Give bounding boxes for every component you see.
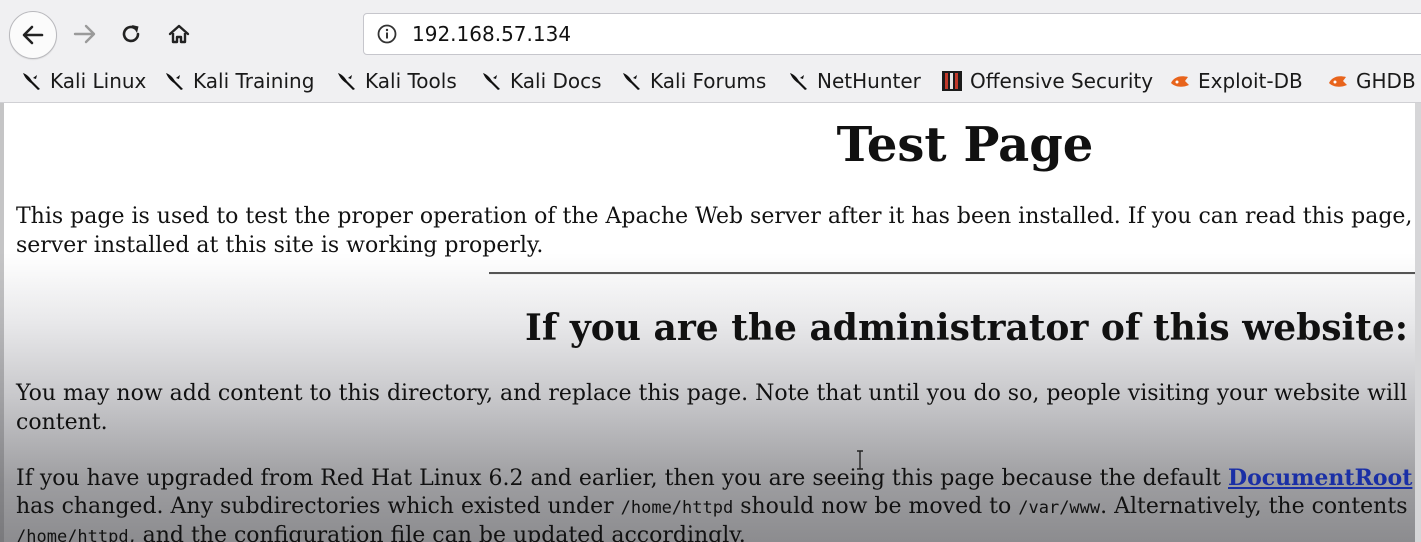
admin-paragraph2-line3: /home/httpd, and the configuration file … [16, 522, 1421, 542]
bookmark-label: GHDB [1356, 69, 1416, 93]
bookmark-ghdb[interactable]: GHDB [1326, 68, 1416, 94]
kali-dragon-icon [338, 73, 355, 90]
url-bar[interactable]: 192.168.57.134 [363, 13, 1421, 55]
kali-dragon-icon [166, 73, 183, 90]
text-cursor-icon [857, 450, 863, 470]
admin-paragraph1-line1: You may now add content to this director… [16, 381, 1421, 406]
kali-dragon-icon [483, 73, 500, 90]
home-button[interactable] [162, 17, 196, 51]
admin-heading: If you are the administrator of this web… [525, 307, 1409, 349]
reload-button[interactable] [114, 17, 148, 51]
kali-dragon-icon [23, 73, 40, 90]
page-title: Test Page [836, 117, 1094, 173]
bookmark-label: NetHunter [817, 69, 921, 93]
exploitdb-icon [1329, 76, 1347, 87]
back-button[interactable] [9, 11, 57, 59]
intro-paragraph-line2: server installed at this site is working… [16, 233, 544, 258]
page-content: Test Page This page is used to test the … [0, 103, 1421, 542]
admin-paragraph2-text: If you have upgraded from Red Hat Linux … [16, 466, 1228, 491]
horizontal-divider [489, 272, 1421, 275]
path-home-httpd: /home/httpd [620, 498, 734, 518]
documentroot-link[interactable]: DocumentRoot [1228, 465, 1412, 491]
bookmark-label: Kali Tools [365, 69, 457, 93]
bookmark-label: Exploit-DB [1198, 69, 1303, 93]
bookmark-kali-tools[interactable]: Kali Tools [335, 68, 457, 94]
admin-paragraph2-text: . Alternatively, the contents of [1100, 494, 1421, 519]
admin-paragraph2-line1: If you have upgraded from Red Hat Linux … [16, 464, 1421, 493]
bookmark-label: Kali Training [193, 69, 315, 93]
reload-icon [122, 25, 140, 43]
offsec-icon [942, 71, 962, 91]
bookmarks-bar: Kali Linux Kali Training Kali Tools Kali… [0, 68, 1421, 103]
intro-paragraph-line1: This page is used to test the proper ope… [16, 204, 1421, 229]
forward-arrow-icon [73, 24, 96, 44]
bookmark-label: Kali Docs [510, 69, 602, 93]
browser-window: 192.168.57.134 Kali Linux Kali Training … [0, 0, 1421, 542]
home-icon [168, 24, 190, 44]
bookmark-offensive-security[interactable]: Offensive Security [940, 68, 1153, 94]
bookmark-kali-training[interactable]: Kali Training [163, 68, 314, 94]
kali-dragon-icon [790, 73, 807, 90]
bookmark-label: Kali Forums [650, 69, 767, 93]
window-edge [0, 103, 4, 542]
bookmark-label: Kali Linux [50, 69, 147, 93]
path-home-httpd: /home/httpd [16, 527, 129, 542]
info-icon[interactable] [376, 23, 398, 45]
admin-paragraph2-text: has changed. Any subdirectories which ex… [16, 494, 621, 519]
path-var-www: /var/www [1018, 498, 1101, 518]
exploitdb-icon [1171, 76, 1189, 87]
scrollbar[interactable] [1415, 103, 1421, 542]
admin-paragraph2-text: should now be moved to [733, 494, 1019, 519]
bookmark-exploit-db[interactable]: Exploit-DB [1168, 68, 1303, 94]
admin-paragraph2-text: , and the configuration file can be upda… [128, 523, 746, 542]
admin-paragraph1-line2: content. [16, 410, 108, 435]
bookmark-kali-docs[interactable]: Kali Docs [480, 68, 602, 94]
forward-button[interactable] [68, 17, 102, 51]
navigation-toolbar: 192.168.57.134 [0, 0, 1421, 68]
kali-dragon-icon [623, 73, 640, 90]
bookmark-kali-linux[interactable]: Kali Linux [20, 68, 146, 94]
url-text[interactable]: 192.168.57.134 [412, 14, 571, 54]
bookmark-nethunter[interactable]: NetHunter [787, 68, 921, 94]
back-arrow-icon [22, 25, 44, 45]
admin-paragraph2-line2: has changed. Any subdirectories which ex… [16, 493, 1421, 522]
bookmark-kali-forums[interactable]: Kali Forums [620, 68, 766, 94]
bookmark-label: Offensive Security [970, 69, 1154, 93]
